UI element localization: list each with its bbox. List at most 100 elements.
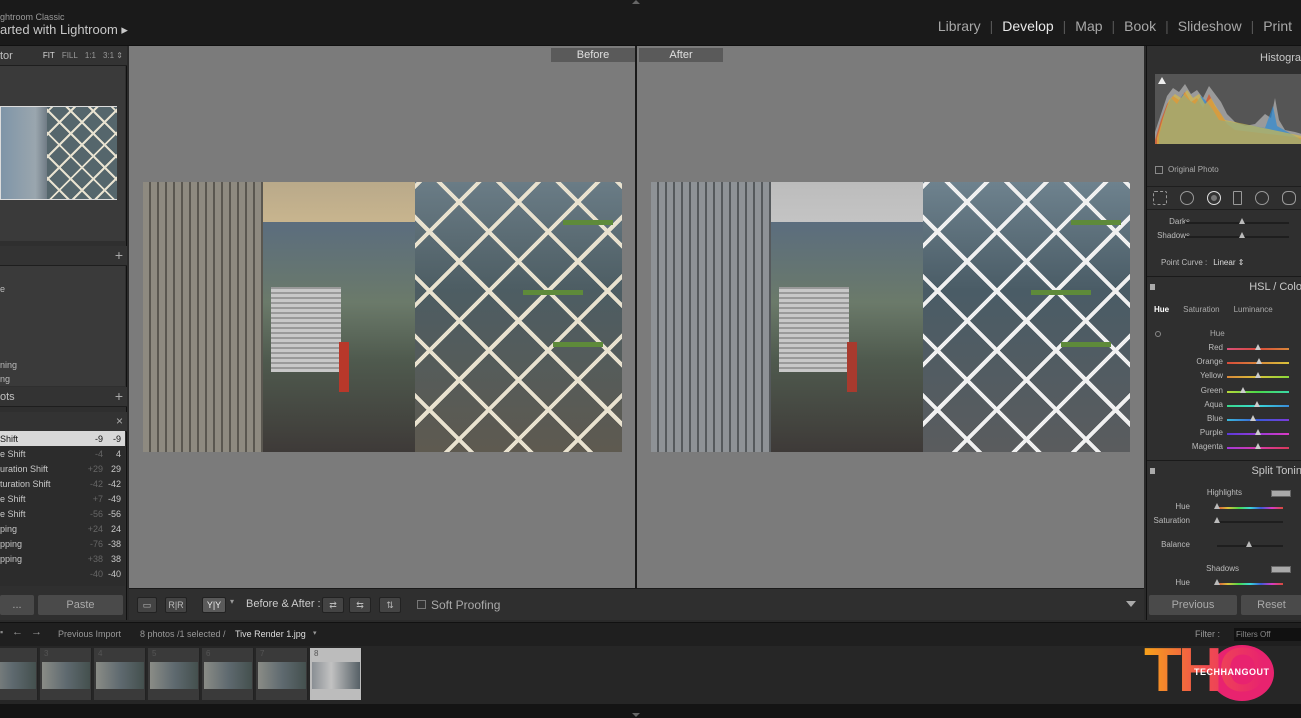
grid-icon[interactable]: ▪ bbox=[0, 627, 3, 637]
spot-removal-icon[interactable] bbox=[1179, 191, 1194, 205]
histogram[interactable] bbox=[1155, 74, 1301, 144]
preset-item[interactable]: ng bbox=[0, 374, 10, 384]
previous-button[interactable]: Previous bbox=[1149, 595, 1237, 615]
copy-button[interactable]: ... bbox=[0, 595, 34, 615]
collapse-top-arrow-icon[interactable] bbox=[632, 0, 640, 4]
zoom-fill[interactable]: FILL bbox=[62, 51, 78, 60]
copy-before-to-after-icon[interactable]: ⇄ bbox=[322, 597, 344, 613]
copy-after-to-before-icon[interactable]: ⇆ bbox=[349, 597, 371, 613]
split-hue2-row[interactable]: Hue bbox=[1147, 577, 1301, 591]
history-row[interactable]: Shift -9 -9 bbox=[0, 431, 125, 446]
split-hue-row[interactable]: Hue bbox=[1147, 501, 1301, 515]
module-map[interactable]: Map bbox=[1066, 18, 1111, 34]
module-library[interactable]: Library bbox=[929, 18, 990, 34]
forward-arrow-icon[interactable]: → bbox=[31, 626, 42, 638]
slider-knob[interactable] bbox=[1239, 218, 1246, 224]
hsl-header[interactable]: HSL / Colo bbox=[1147, 276, 1301, 298]
targeted-adjustment-icon[interactable] bbox=[1155, 331, 1161, 337]
filmstrip-thumbnail[interactable]: 4 bbox=[94, 648, 146, 700]
toolbar-menu-icon[interactable] bbox=[1126, 601, 1136, 607]
slider-knob[interactable] bbox=[1250, 415, 1257, 421]
hue-slider-magenta[interactable]: Magenta bbox=[1147, 440, 1301, 454]
history-row[interactable]: pping +38 38 bbox=[0, 551, 125, 566]
before-after-view-button[interactable]: Y|Y bbox=[202, 597, 226, 613]
radial-filter-icon[interactable] bbox=[1254, 191, 1269, 205]
hue-slider-orange[interactable]: Orange bbox=[1147, 355, 1301, 369]
navigator-header[interactable]: tor FIT FILL 1:1 3:1 ⇕ bbox=[0, 46, 127, 66]
history-row[interactable]: pping -76 -38 bbox=[0, 536, 125, 551]
history-row[interactable]: e Shift -56 -56 bbox=[0, 506, 125, 521]
slider-knob[interactable] bbox=[1255, 429, 1261, 436]
slider-knob[interactable] bbox=[1255, 344, 1261, 350]
history-row[interactable]: e Shift +7 -49 bbox=[0, 491, 125, 506]
slider-knob[interactable] bbox=[1239, 232, 1246, 238]
snapshots-header[interactable]: ots + bbox=[0, 387, 127, 407]
collapse-bottom-arrow-icon[interactable] bbox=[632, 713, 640, 717]
view-dropdown-icon[interactable]: ▾ bbox=[230, 597, 234, 606]
hue-slider-aqua[interactable]: Aqua bbox=[1147, 398, 1301, 412]
preset-item[interactable]: ning bbox=[0, 360, 17, 370]
tab-luminance[interactable]: Luminance bbox=[1227, 302, 1280, 318]
histogram-title[interactable]: Histogra bbox=[1260, 52, 1301, 64]
add-preset-icon[interactable]: + bbox=[115, 247, 123, 263]
filmstrip-thumbnail[interactable]: 3 bbox=[40, 648, 92, 700]
clear-history-icon[interactable]: × bbox=[116, 414, 123, 428]
shadows-color-swatch[interactable] bbox=[1271, 566, 1291, 573]
zoom-3-1[interactable]: 3:1 ⇕ bbox=[103, 51, 123, 60]
soft-proofing-checkbox[interactable] bbox=[417, 600, 426, 609]
original-photo-checkbox[interactable] bbox=[1155, 166, 1163, 174]
shadow-clipping-icon[interactable] bbox=[1158, 77, 1166, 84]
slider-knob[interactable] bbox=[1239, 386, 1246, 393]
point-curve-row[interactable]: Point Curve : Linear ⇕ bbox=[1161, 258, 1244, 267]
hue-slider-red[interactable]: Red bbox=[1147, 341, 1301, 355]
hue-slider-green[interactable]: Green bbox=[1147, 384, 1301, 398]
history-row[interactable]: uration Shift +29 29 bbox=[0, 461, 125, 476]
panel-toggle-icon[interactable] bbox=[1150, 468, 1155, 474]
tab-hue[interactable]: Hue bbox=[1147, 302, 1176, 318]
navigator-preview[interactable] bbox=[0, 66, 125, 241]
original-photo-label[interactable]: Original Photo bbox=[1168, 165, 1219, 174]
adjustment-brush-icon[interactable] bbox=[1281, 191, 1296, 205]
filmstrip-source[interactable]: Previous Import bbox=[58, 629, 121, 639]
module-print[interactable]: Print bbox=[1254, 18, 1301, 34]
reset-button[interactable]: Reset bbox=[1241, 595, 1301, 615]
slider-track[interactable] bbox=[1227, 390, 1289, 393]
soft-proofing-label[interactable]: Soft Proofing bbox=[431, 598, 500, 612]
split-toning-header[interactable]: Split Tonin bbox=[1147, 460, 1301, 482]
slider-track[interactable] bbox=[1185, 236, 1289, 238]
slider-knob[interactable] bbox=[1255, 372, 1261, 379]
slider-knob[interactable] bbox=[1256, 358, 1263, 365]
hue-slider-blue[interactable]: Blue bbox=[1147, 412, 1301, 426]
preset-item[interactable]: e bbox=[0, 284, 5, 294]
presets-header[interactable]: + bbox=[0, 246, 127, 266]
module-book[interactable]: Book bbox=[1115, 18, 1165, 34]
slider-track[interactable] bbox=[1185, 222, 1289, 224]
slider-track[interactable] bbox=[1227, 419, 1289, 421]
slider-knob[interactable] bbox=[1253, 400, 1260, 407]
history-row[interactable]: turation Shift -42 -42 bbox=[0, 476, 125, 491]
history-row[interactable]: e Shift -4 4 bbox=[0, 446, 125, 461]
history-row[interactable]: -40 -40 bbox=[0, 566, 125, 581]
split-saturation-row[interactable]: Saturation bbox=[1147, 515, 1301, 529]
highlights-color-swatch[interactable] bbox=[1271, 490, 1291, 497]
hue-slider-yellow[interactable]: Yellow bbox=[1147, 369, 1301, 383]
graduated-filter-icon[interactable] bbox=[1233, 191, 1243, 205]
paste-button[interactable]: Paste bbox=[38, 595, 123, 615]
compare-view-button[interactable]: R|R bbox=[165, 597, 187, 613]
filename-dropdown-icon[interactable]: ▾ bbox=[313, 629, 317, 637]
add-snapshot-icon[interactable]: + bbox=[115, 388, 123, 404]
module-slideshow[interactable]: Slideshow bbox=[1169, 18, 1251, 34]
filmstrip-thumbnail[interactable] bbox=[0, 648, 38, 700]
history-row[interactable]: ping +24 24 bbox=[0, 521, 125, 536]
after-photo[interactable] bbox=[651, 182, 1130, 452]
history-header[interactable]: × bbox=[0, 412, 127, 432]
before-photo[interactable] bbox=[143, 182, 622, 452]
red-eye-icon[interactable] bbox=[1206, 191, 1221, 205]
point-curve-select[interactable]: Linear ⇕ bbox=[1213, 258, 1244, 267]
tone-slider-shadows[interactable]: Shadows bbox=[1147, 230, 1301, 244]
catalog-title[interactable]: arted with Lightroom ▸ bbox=[0, 22, 128, 38]
crop-icon[interactable] bbox=[1153, 191, 1168, 205]
loupe-view-button[interactable]: ▭ bbox=[137, 597, 157, 613]
hue-slider-purple[interactable]: Purple bbox=[1147, 426, 1301, 440]
filmstrip-thumbnail[interactable]: 6 bbox=[202, 648, 254, 700]
